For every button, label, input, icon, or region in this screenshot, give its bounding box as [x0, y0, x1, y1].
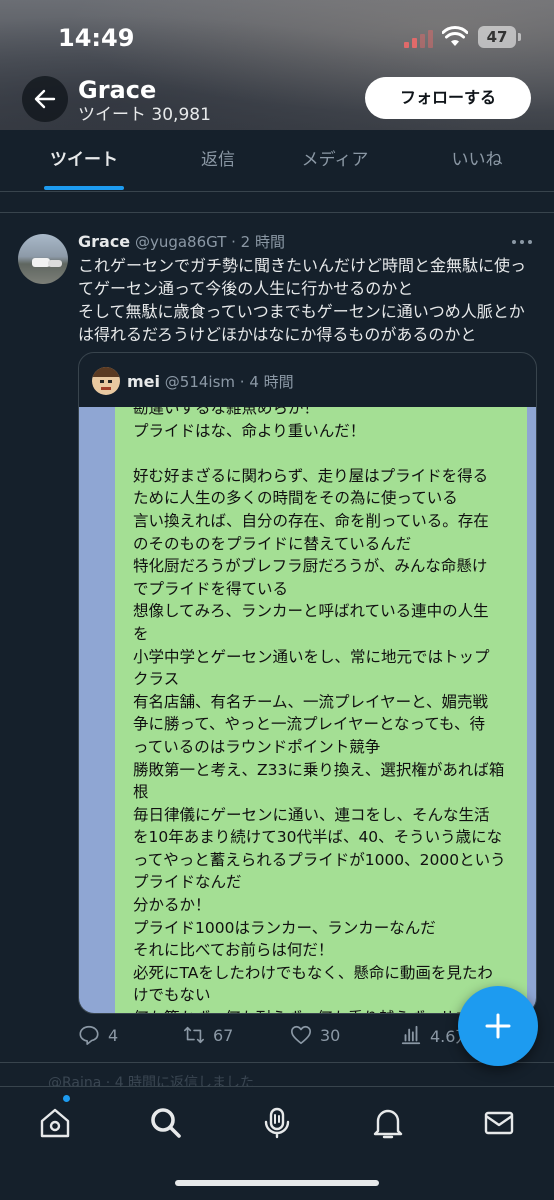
back-button[interactable]: [22, 76, 68, 122]
tweet-text-line: これゲーセンでガチ勢に聞きたいんだけど時間と金無駄に使っ: [78, 256, 527, 275]
bell-icon: [373, 1109, 403, 1139]
nav-home[interactable]: [35, 1103, 75, 1143]
tweet-text-line: そして無駄に歳食っていつまでもゲーセンに通いつめ人脈とか: [78, 302, 525, 321]
note-text-line: っているのはラウンドポイント競争: [133, 737, 381, 756]
status-time: 14:49: [58, 24, 135, 52]
mail-icon: [484, 1111, 514, 1135]
search-icon: [151, 1108, 181, 1138]
views-chart-icon: [401, 1025, 421, 1045]
tab-likes[interactable]: いいね: [417, 130, 537, 192]
more-options-icon[interactable]: [512, 240, 534, 246]
reply-count: 4: [108, 1025, 119, 1045]
divider: [0, 1062, 554, 1063]
note-text-line: 争に勝って、やっと一流プレイヤーとなっても、待: [133, 715, 486, 734]
retweet-icon: [184, 1026, 204, 1044]
note-text: 勘違いするな雑魚めらが！ プライドはな、命より重いんだ！ 好む好まざるに関わらず、走…: [133, 407, 523, 1013]
battery-tip: [518, 33, 521, 41]
note-text-line: のそのものをプライドに替えているんだ: [133, 534, 412, 553]
quoted-image[interactable]: 勘違いするな雑魚めらが！ プライドはな、命より重いんだ！ 好む好まざるに関わらず、走…: [79, 407, 536, 1013]
plus-icon: [485, 1013, 511, 1039]
spaces-microphone-icon: [264, 1107, 290, 1139]
note-text-line: 有名店舗、有名チーム、一流プレイヤーと、媚売戦: [133, 692, 488, 711]
note-text-line: ってやっと蓄えられるプライドが1000、2000という: [133, 850, 506, 869]
note-text-line: 必死にTAをしたわけでもなく、懸命に動画を見たわ: [133, 963, 493, 982]
profile-tabs: ツイート 返信 メディア いいね: [0, 130, 554, 192]
cellular-signal-icon: [404, 30, 434, 48]
home-indicator: [175, 1180, 379, 1186]
like-count: 30: [320, 1025, 341, 1045]
note-text-line: を: [133, 624, 149, 643]
note-text-line: 好む好まざるに関わらず、走り屋はプライドを得る: [133, 466, 489, 485]
nav-messages[interactable]: [479, 1103, 519, 1143]
arrow-left-icon: [34, 89, 56, 109]
retweet-count: 67: [213, 1025, 234, 1045]
note-text-line: 小学中学とゲーセン通いをし、常に地元ではトップ: [133, 647, 490, 666]
note-text-line: 特化厨だろうがブレフラ厨だろうが、みんな命懸け: [133, 557, 488, 576]
divider: [0, 212, 554, 213]
tweet-text-line: は得れるだろうけどほかはなにか得るものがあるのかと: [78, 325, 477, 344]
reply-button[interactable]: 4: [78, 1020, 118, 1050]
active-tab-indicator: [44, 186, 124, 190]
note-text-line: 勝敗第一と考え、Z33に乗り換え、選択権があれば箱: [133, 760, 505, 779]
heart-icon: [291, 1025, 311, 1045]
tweet-header: Grace @yuga86GT · 2 時間: [78, 231, 285, 252]
unread-dot: [62, 1094, 71, 1103]
quoted-handle-time: @514ism · 4 時間: [164, 373, 294, 391]
nav-notifications[interactable]: [368, 1103, 408, 1143]
quoted-tweet[interactable]: mei @514ism · 4 時間 勘違いするな雑魚めらが！ プライドはな、命よ…: [78, 352, 537, 1014]
like-button[interactable]: 30: [290, 1020, 340, 1050]
follow-button[interactable]: フォローする: [365, 77, 531, 119]
note-text-line: [133, 442, 523, 465]
quoted-avatar: [92, 367, 120, 395]
home-icon: [40, 1108, 70, 1138]
note-text-line: ために人生の多くの時間をその為に使っている: [133, 489, 458, 508]
note-text-line: 想像してみろ、ランカーと呼ばれている連中の人生: [133, 602, 489, 621]
quoted-header: mei @514ism · 4 時間: [127, 371, 294, 392]
tweet-author-name[interactable]: Grace: [78, 232, 130, 251]
retweet-button[interactable]: 67: [183, 1020, 233, 1050]
tab-media[interactable]: メディア: [275, 130, 395, 192]
note-text-line: 勘違いするな雑魚めらが！: [133, 407, 320, 417]
compose-tweet-button[interactable]: [458, 986, 538, 1066]
note-text-line: 根: [133, 783, 149, 802]
note-text-line: クラス: [133, 670, 180, 689]
note-text-line: プライド1000はランカー、ランカーなんだ: [133, 918, 436, 937]
note-text-line: プライドなんだ: [133, 873, 242, 892]
nav-search[interactable]: [146, 1103, 186, 1143]
tweet-text: これゲーセンでガチ勢に聞きたいんだけど時間と金無駄に使っ てゲーセン通って今後の…: [78, 254, 538, 346]
note-text-image: 勘違いするな雑魚めらが！ プライドはな、命より重いんだ！ 好む好まざるに関わらず、走…: [115, 407, 527, 1013]
avatar[interactable]: [18, 234, 68, 284]
tab-replies[interactable]: 返信: [158, 130, 278, 192]
note-text-line: でプライドを得ている: [133, 579, 289, 598]
tweet-actions: 4 67 30 4.6万: [78, 1020, 498, 1050]
quoted-author-name: mei: [127, 372, 161, 391]
note-text-line: 分かるか！: [133, 896, 211, 915]
tab-tweets[interactable]: ツイート: [24, 130, 144, 192]
nav-spaces[interactable]: [257, 1103, 297, 1143]
note-text-line: 言い換えれば、自分の存在、命を削っている。存在: [133, 511, 489, 530]
tweet-text-line: てゲーセン通って今後の人生に行かせるのかと: [78, 279, 414, 298]
wifi-icon: [442, 26, 468, 46]
reply-icon: [79, 1025, 99, 1045]
tweet-handle-time: @yuga86GT · 2 時間: [134, 233, 285, 251]
note-text-line: プライドはな、命より重いんだ！: [133, 421, 366, 440]
battery-indicator: 47: [478, 26, 516, 48]
note-text-line: を10年あまり続けて30代半ば、40、そういう歳にな: [133, 828, 503, 847]
tweet-count: ツイート 30,981: [78, 105, 211, 125]
note-text-line: 毎日律儀にゲーセンに通い、連コをし、そんな生活: [133, 805, 490, 824]
note-text-line: それに比べてお前らは何だ！: [133, 941, 334, 960]
